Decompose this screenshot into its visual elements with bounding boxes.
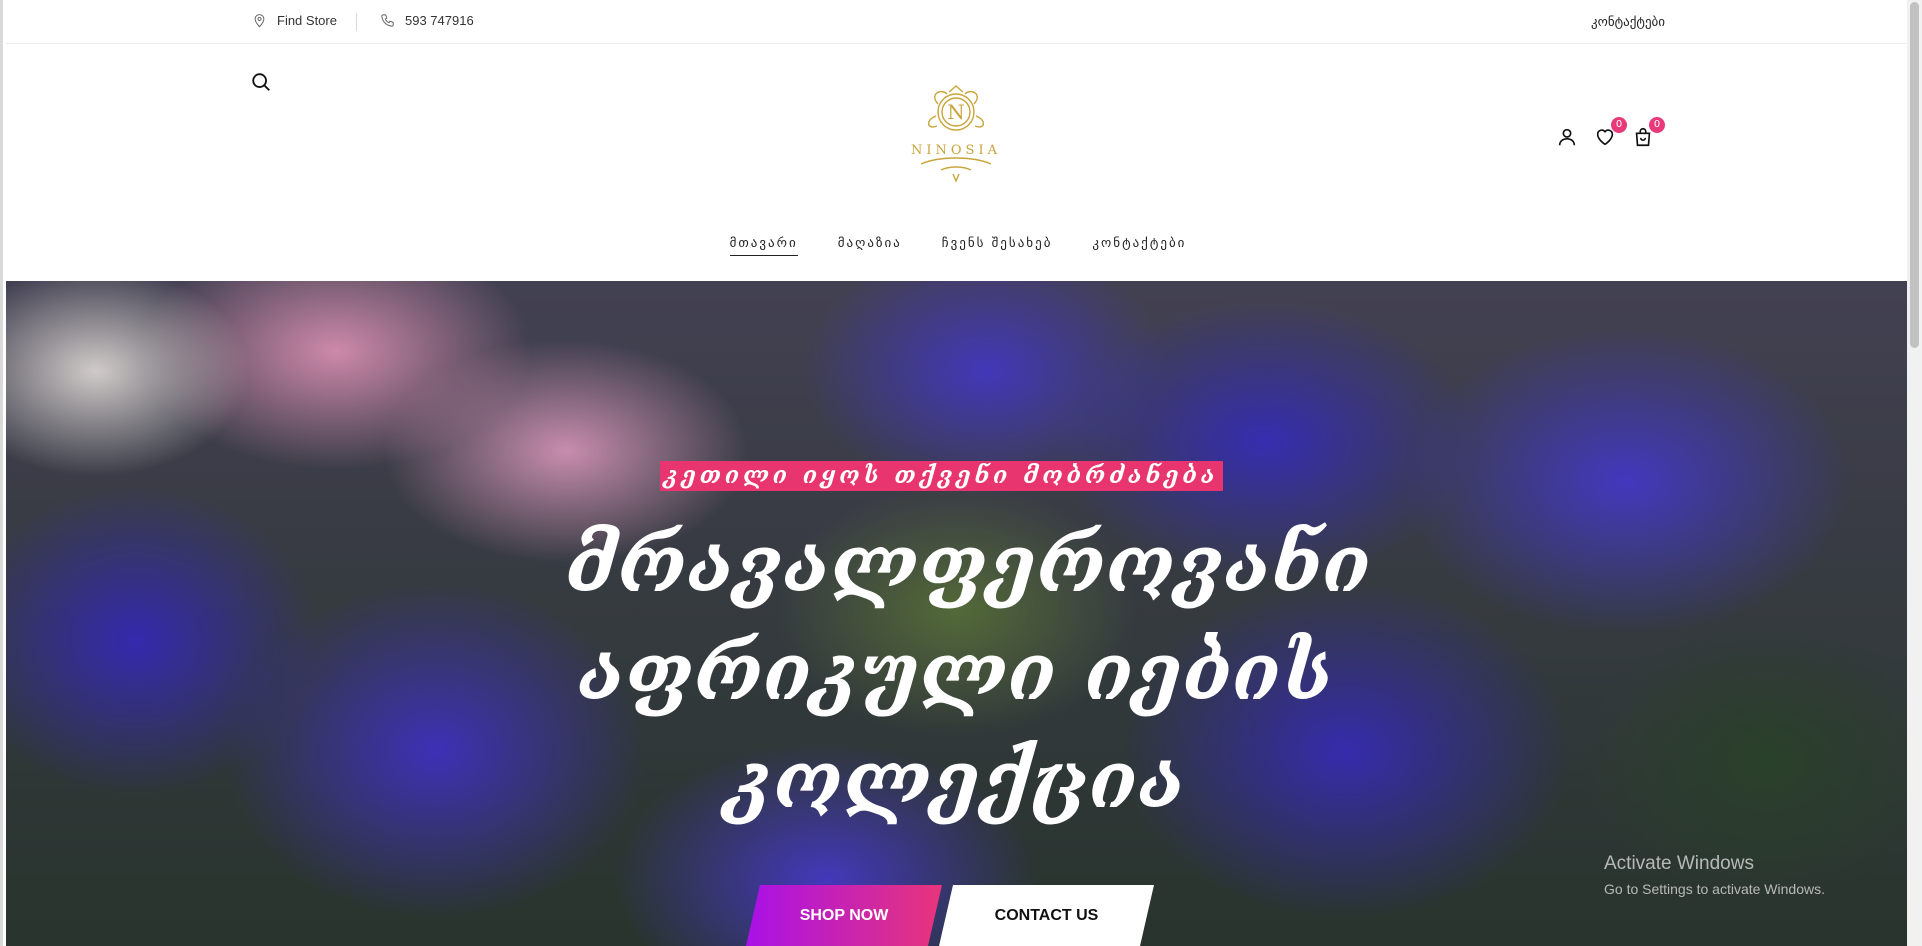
find-store-link[interactable]: Find Store [252, 13, 337, 28]
phone-icon [381, 14, 394, 27]
logo-text: NINOSIA [911, 143, 1001, 158]
shop-now-button[interactable]: SHOP NOW [746, 885, 942, 946]
page-scrollbar[interactable] [1907, 0, 1922, 946]
account-button[interactable] [1556, 126, 1578, 148]
hero-tagline: კეთილი იყოს თქვენი მობრძანება [660, 461, 1223, 491]
browser-frame: Find Store 593 747916 კონტაქტები N NINOS… [0, 0, 1922, 946]
hero-title-line: აფრიკული იების [578, 627, 1334, 718]
search-button[interactable] [250, 71, 272, 93]
logo-emblem-icon: N NINOSIA [911, 85, 1001, 183]
hero-title-line: კოლექცია [726, 735, 1186, 826]
contact-us-button[interactable]: CONTACT US [939, 885, 1154, 946]
phone-link[interactable]: 593 747916 [380, 13, 474, 28]
nav-item-about[interactable]: ჩვენს შესახებ [942, 236, 1053, 256]
nav-item-contact[interactable]: კონტაქტები [1092, 236, 1186, 256]
hero-title-line: მრავალფეროვანი [566, 519, 1372, 610]
cart-count-badge: 0 [1649, 117, 1665, 133]
phone-number: 593 747916 [405, 13, 474, 28]
main-navigation: მთავარი მაღაზია ჩვენს შესახებ კონტაქტები [3, 236, 1913, 256]
user-icon [1558, 128, 1576, 146]
site-logo[interactable]: N NINOSIA [881, 84, 1031, 184]
wishlist-button[interactable]: 0 [1594, 117, 1627, 148]
find-store-label: Find Store [277, 13, 337, 28]
topbar-divider [356, 13, 357, 31]
wishlist-count-badge: 0 [1611, 117, 1627, 133]
activate-subtitle: Go to Settings to activate Windows. [1604, 881, 1825, 897]
windows-activation-watermark: Activate Windows Go to Settings to activ… [1604, 853, 1825, 897]
top-utility-bar: Find Store 593 747916 კონტაქტები [6, 0, 1910, 44]
hero-title: მრავალფეროვანი აფრიკული იების კოლექცია [566, 511, 1372, 835]
nav-item-home[interactable]: მთავარი [729, 236, 798, 256]
nav-item-shop[interactable]: მაღაზია [838, 236, 902, 256]
header-actions: 0 0 [1556, 117, 1665, 148]
search-icon [252, 73, 270, 91]
logo-monogram: N [947, 100, 965, 124]
cart-button[interactable]: 0 [1632, 117, 1665, 148]
scrollbar-thumb[interactable] [1910, 2, 1919, 348]
hero-banner: კეთილი იყოს თქვენი მობრძანება მრავალფერო… [6, 281, 1910, 946]
map-pin-icon [254, 14, 265, 28]
activate-title: Activate Windows [1604, 853, 1754, 874]
topbar-contact-link[interactable]: კონტაქტები [1591, 14, 1665, 30]
